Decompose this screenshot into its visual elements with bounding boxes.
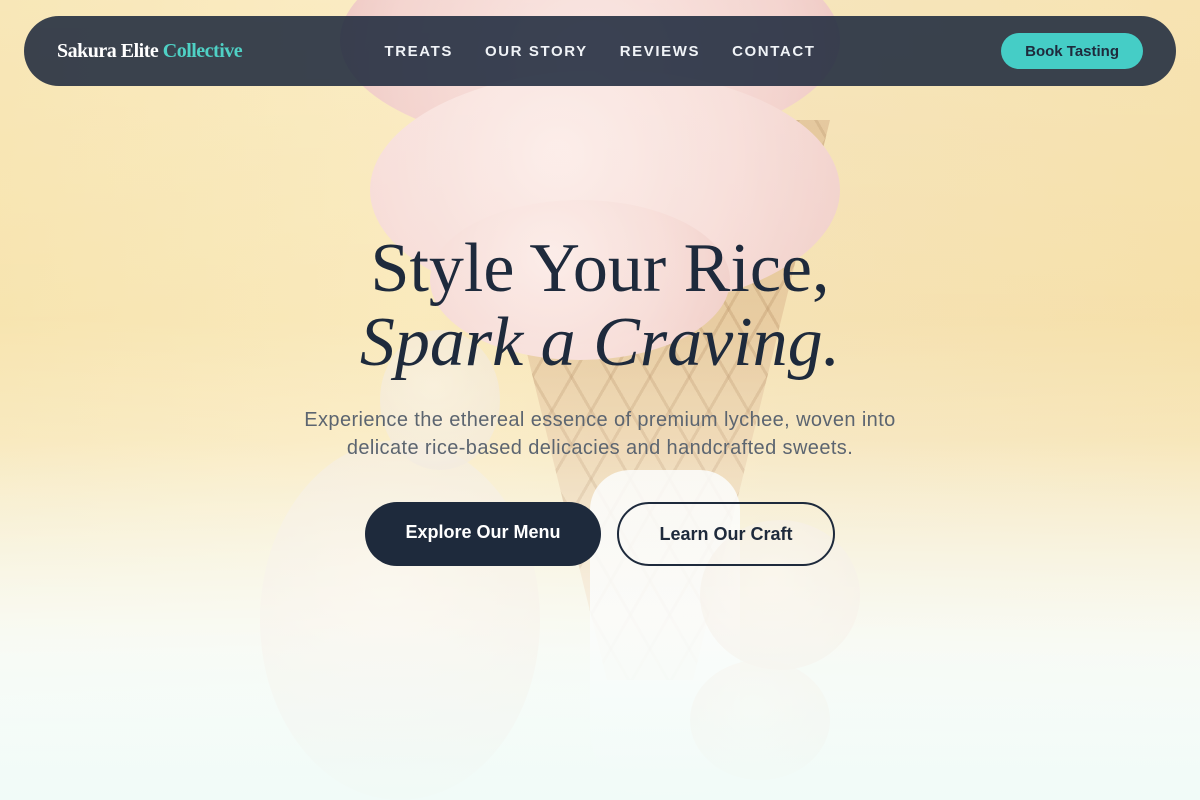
navbar: Sakura Elite Collective TREATS OUR STORY… xyxy=(24,16,1176,86)
explore-menu-button[interactable]: Explore Our Menu xyxy=(365,502,601,566)
book-tasting-button[interactable]: Book Tasting xyxy=(1001,33,1143,69)
nav-link-our-story[interactable]: OUR STORY xyxy=(485,43,588,60)
hero-headline-line2: Spark a Craving. xyxy=(359,304,841,381)
brand-name-accent: Collective xyxy=(162,39,243,62)
hero-headline-line1: Style Your Rice, xyxy=(370,230,830,307)
hero-subtitle: Experience the ethereal essence of premi… xyxy=(304,409,896,459)
cta-row: Explore Our Menu Learn Our Craft xyxy=(0,502,1200,566)
nav-link-contact[interactable]: CONTACT xyxy=(732,43,815,60)
nav-link-treats[interactable]: TREATS xyxy=(384,43,453,60)
hero-headline: Style Your Rice, Spark a Craving. xyxy=(0,232,1200,380)
brand-name: Sakura Elite xyxy=(57,39,159,62)
brand-logo[interactable]: Sakura Elite Collective xyxy=(57,39,243,63)
learn-craft-button[interactable]: Learn Our Craft xyxy=(617,502,835,566)
nav-link-reviews[interactable]: REVIEWS xyxy=(620,43,700,60)
hero-section: Style Your Rice, Spark a Craving. Experi… xyxy=(0,232,1200,566)
